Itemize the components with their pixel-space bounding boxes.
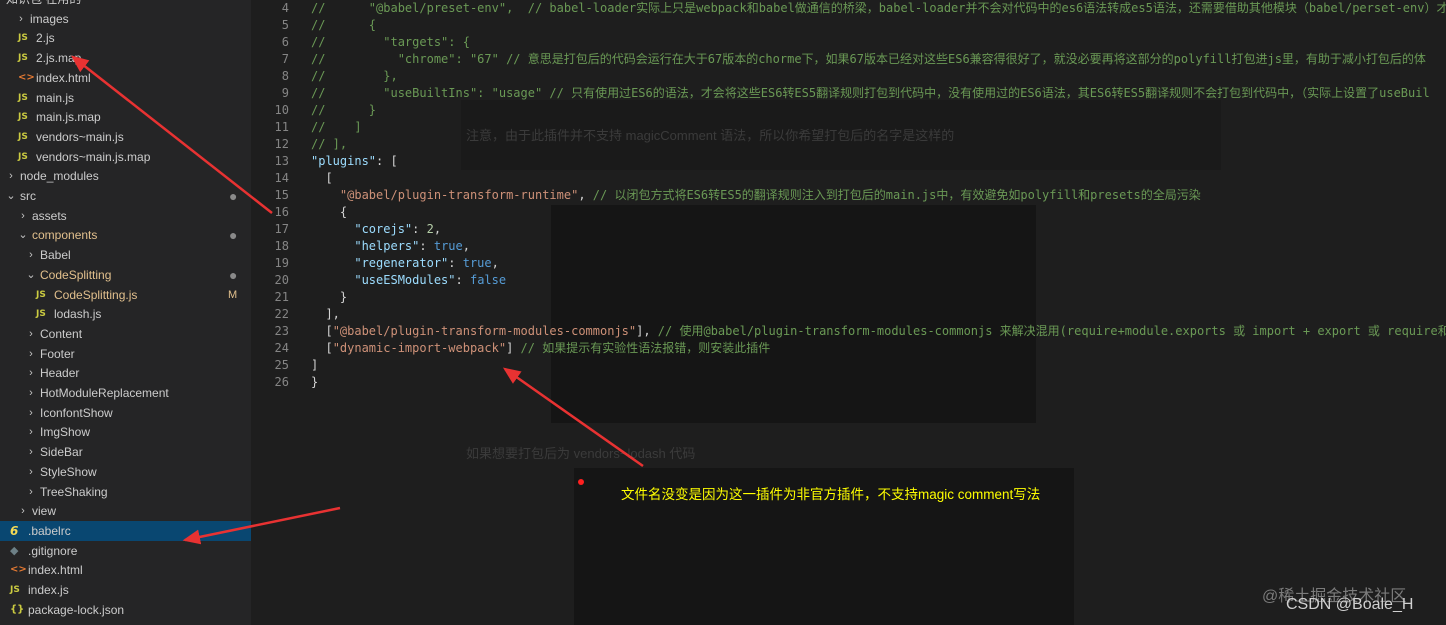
annotation-text: 文件名没变是因为这一插件为非官方插件，不支持magic comment写法 bbox=[621, 487, 1041, 502]
annotation-dot bbox=[578, 479, 584, 485]
arrow-to-babelrc bbox=[182, 506, 341, 545]
watermark-csdn: CSDN @Boale_H bbox=[1286, 596, 1414, 613]
arrow-to-dynamic-import bbox=[502, 367, 644, 468]
arrow-to-2js bbox=[71, 55, 273, 214]
annotation-arrows bbox=[71, 55, 644, 545]
